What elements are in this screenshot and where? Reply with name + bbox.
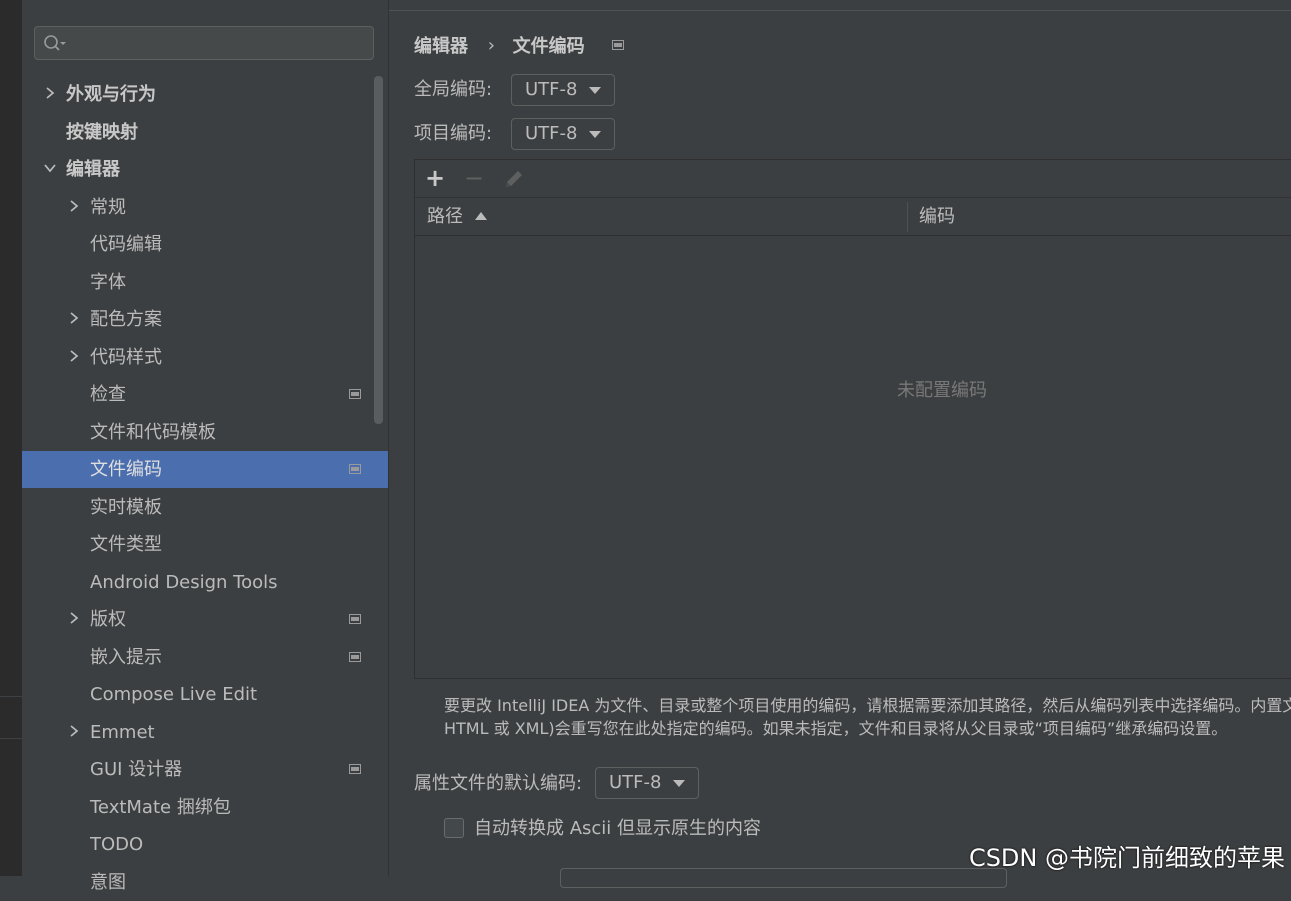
column-header-path[interactable]: 路径 xyxy=(427,198,463,235)
sidebar-item[interactable]: 文件编码 xyxy=(22,451,388,488)
project-scope-icon xyxy=(349,464,361,474)
dropdown-arrow-icon xyxy=(673,780,685,787)
global-encoding-label: 全局编码: xyxy=(414,79,493,100)
settings-sidebar: 外观与行为按键映射编辑器常规代码编辑字体配色方案代码样式检查文件和代码模板 文件编… xyxy=(22,0,389,893)
chevron-right-icon[interactable] xyxy=(67,349,81,363)
sidebar-item-label: 检查 xyxy=(90,384,126,405)
sidebar-item[interactable]: TextMate 捆绑包 xyxy=(22,789,388,826)
properties-encoding-value: UTF-8 xyxy=(609,772,662,793)
global-encoding-select[interactable]: UTF-8 xyxy=(511,74,615,106)
left-edge-strip xyxy=(0,0,22,876)
chevron-right-icon[interactable] xyxy=(67,311,81,325)
project-scope-icon xyxy=(349,651,361,662)
column-header-encoding[interactable]: 编码 xyxy=(919,198,955,235)
project-encoding-label: 项目编码: xyxy=(414,123,493,144)
breadcrumb-current: 文件编码 xyxy=(512,36,585,57)
dropdown-arrow-icon xyxy=(589,87,601,94)
sidebar-item-label: 配色方案 xyxy=(90,309,162,330)
sidebar-item[interactable]: 文件类型 xyxy=(22,526,388,563)
ascii-conversion-label[interactable]: 自动转换成 Ascii 但显示原生的内容 xyxy=(474,813,761,845)
sidebar-item-label: 嵌入提示 xyxy=(90,646,162,668)
sidebar-item[interactable]: 版权 xyxy=(22,601,388,638)
sort-ascending-icon xyxy=(475,212,487,220)
properties-encoding-select[interactable]: UTF-8 xyxy=(595,767,699,799)
project-scope-icon xyxy=(349,389,361,399)
sidebar-item-label: TODO xyxy=(90,834,144,855)
project-scope-icon xyxy=(349,764,361,774)
sidebar-item[interactable]: 字体 xyxy=(22,264,388,301)
sidebar-item-label: 常规 xyxy=(90,196,126,218)
sidebar-item[interactable]: Compose Live Edit xyxy=(22,676,388,713)
sidebar-item-label: 字体 xyxy=(90,271,126,293)
sidebar-item[interactable]: 检查 xyxy=(22,376,388,413)
sidebar-item[interactable]: 意图 xyxy=(22,864,388,901)
sidebar-item[interactable]: 嵌入提示 xyxy=(22,639,388,676)
sidebar-item[interactable]: 外观与行为 xyxy=(22,76,388,113)
chevron-right-icon[interactable] xyxy=(67,611,81,625)
sidebar-item[interactable]: Emmet xyxy=(22,714,388,751)
sidebar-item[interactable]: 编辑器 xyxy=(22,151,388,188)
sidebar-scrollbar[interactable] xyxy=(374,76,383,424)
top-border xyxy=(389,0,1291,11)
table-body[interactable]: 未配置编码 xyxy=(415,236,1291,678)
sidebar-item[interactable]: 配色方案 xyxy=(22,301,388,338)
empty-table-text: 未配置编码 xyxy=(897,380,987,401)
sidebar-item[interactable]: 常规 xyxy=(22,189,388,226)
remove-button[interactable]: − xyxy=(464,164,484,192)
sidebar-item-label: Emmet xyxy=(90,721,155,743)
sidebar-item-label: 代码编辑 xyxy=(90,234,162,255)
sidebar-item[interactable]: TODO xyxy=(22,826,388,863)
breadcrumb-parent[interactable]: 编辑器 xyxy=(414,32,468,58)
sidebar-item[interactable]: 代码编辑 xyxy=(22,226,388,263)
help-text-line-2: HTML 或 XML)会重写您在此处指定的编码。如果未指定，文件和目录将从父目录… xyxy=(444,719,1228,738)
pencil-icon[interactable] xyxy=(503,168,525,190)
project-encoding-value: UTF-8 xyxy=(525,123,578,144)
sidebar-item-label: 实时模板 xyxy=(90,496,162,518)
chevron-right-icon[interactable] xyxy=(67,724,81,738)
sidebar-item[interactable]: 代码样式 xyxy=(22,339,388,376)
breadcrumb: 编辑器 › 文件编码 xyxy=(414,32,625,58)
chevron-right-icon[interactable] xyxy=(67,199,81,213)
chevron-right-icon[interactable] xyxy=(43,86,57,100)
help-text-line-1: 要更改 IntelliJ IDEA 为文件、目录或整个项目使用的编码，请根据需要… xyxy=(444,696,1291,715)
bottom-field[interactable] xyxy=(560,868,1007,888)
search-input[interactable] xyxy=(71,29,365,59)
sidebar-item[interactable]: Android Design Tools xyxy=(22,564,388,601)
path-encoding-table: + − 路径 编码 未配置编码 xyxy=(414,159,1291,679)
sidebar-item-label: Android Design Tools xyxy=(90,571,278,593)
sidebar-item-label: 代码样式 xyxy=(90,346,162,368)
sidebar-item-label: Compose Live Edit xyxy=(90,684,258,705)
breadcrumb-separator: › xyxy=(487,34,495,56)
sidebar-item-label: 按键映射 xyxy=(66,121,138,143)
watermark-text: CSDN @书院门前细致的苹果 xyxy=(968,844,1285,872)
sidebar-item[interactable]: 文件和代码模板 xyxy=(22,414,388,451)
project-scope-icon xyxy=(349,614,361,624)
project-encoding-select[interactable]: UTF-8 xyxy=(511,118,615,150)
global-encoding-value: UTF-8 xyxy=(525,79,578,100)
sidebar-item[interactable]: GUI 设计器 xyxy=(22,751,388,788)
sidebar-item-label: 外观与行为 xyxy=(66,84,156,105)
ascii-conversion-checkbox[interactable] xyxy=(444,818,464,838)
sidebar-item-label: TextMate 捆绑包 xyxy=(90,796,231,818)
column-divider[interactable] xyxy=(907,202,908,232)
sidebar-item[interactable]: 实时模板 xyxy=(22,489,388,526)
properties-encoding-label: 属性文件的默认编码: xyxy=(414,773,583,794)
sidebar-item-label: 意图 xyxy=(90,871,126,893)
sidebar-item-label: 版权 xyxy=(90,609,126,630)
add-button[interactable]: + xyxy=(425,164,445,192)
table-header: 路径 编码 xyxy=(415,198,1291,236)
sidebar-item-label: 文件和代码模板 xyxy=(90,421,216,443)
sidebar-item-label: 文件编码 xyxy=(90,459,162,480)
search-icon xyxy=(44,35,66,51)
sidebar-item-label: 编辑器 xyxy=(66,159,120,180)
chevron-down-icon[interactable] xyxy=(43,161,57,175)
settings-search-field[interactable] xyxy=(34,26,374,60)
sidebar-item-label: GUI 设计器 xyxy=(90,759,183,780)
table-toolbar: + − xyxy=(415,160,1291,198)
project-scope-icon xyxy=(612,40,625,50)
sidebar-item-label: 文件类型 xyxy=(90,534,162,555)
sidebar-item[interactable]: 按键映射 xyxy=(22,114,388,151)
dropdown-arrow-icon xyxy=(589,131,601,138)
